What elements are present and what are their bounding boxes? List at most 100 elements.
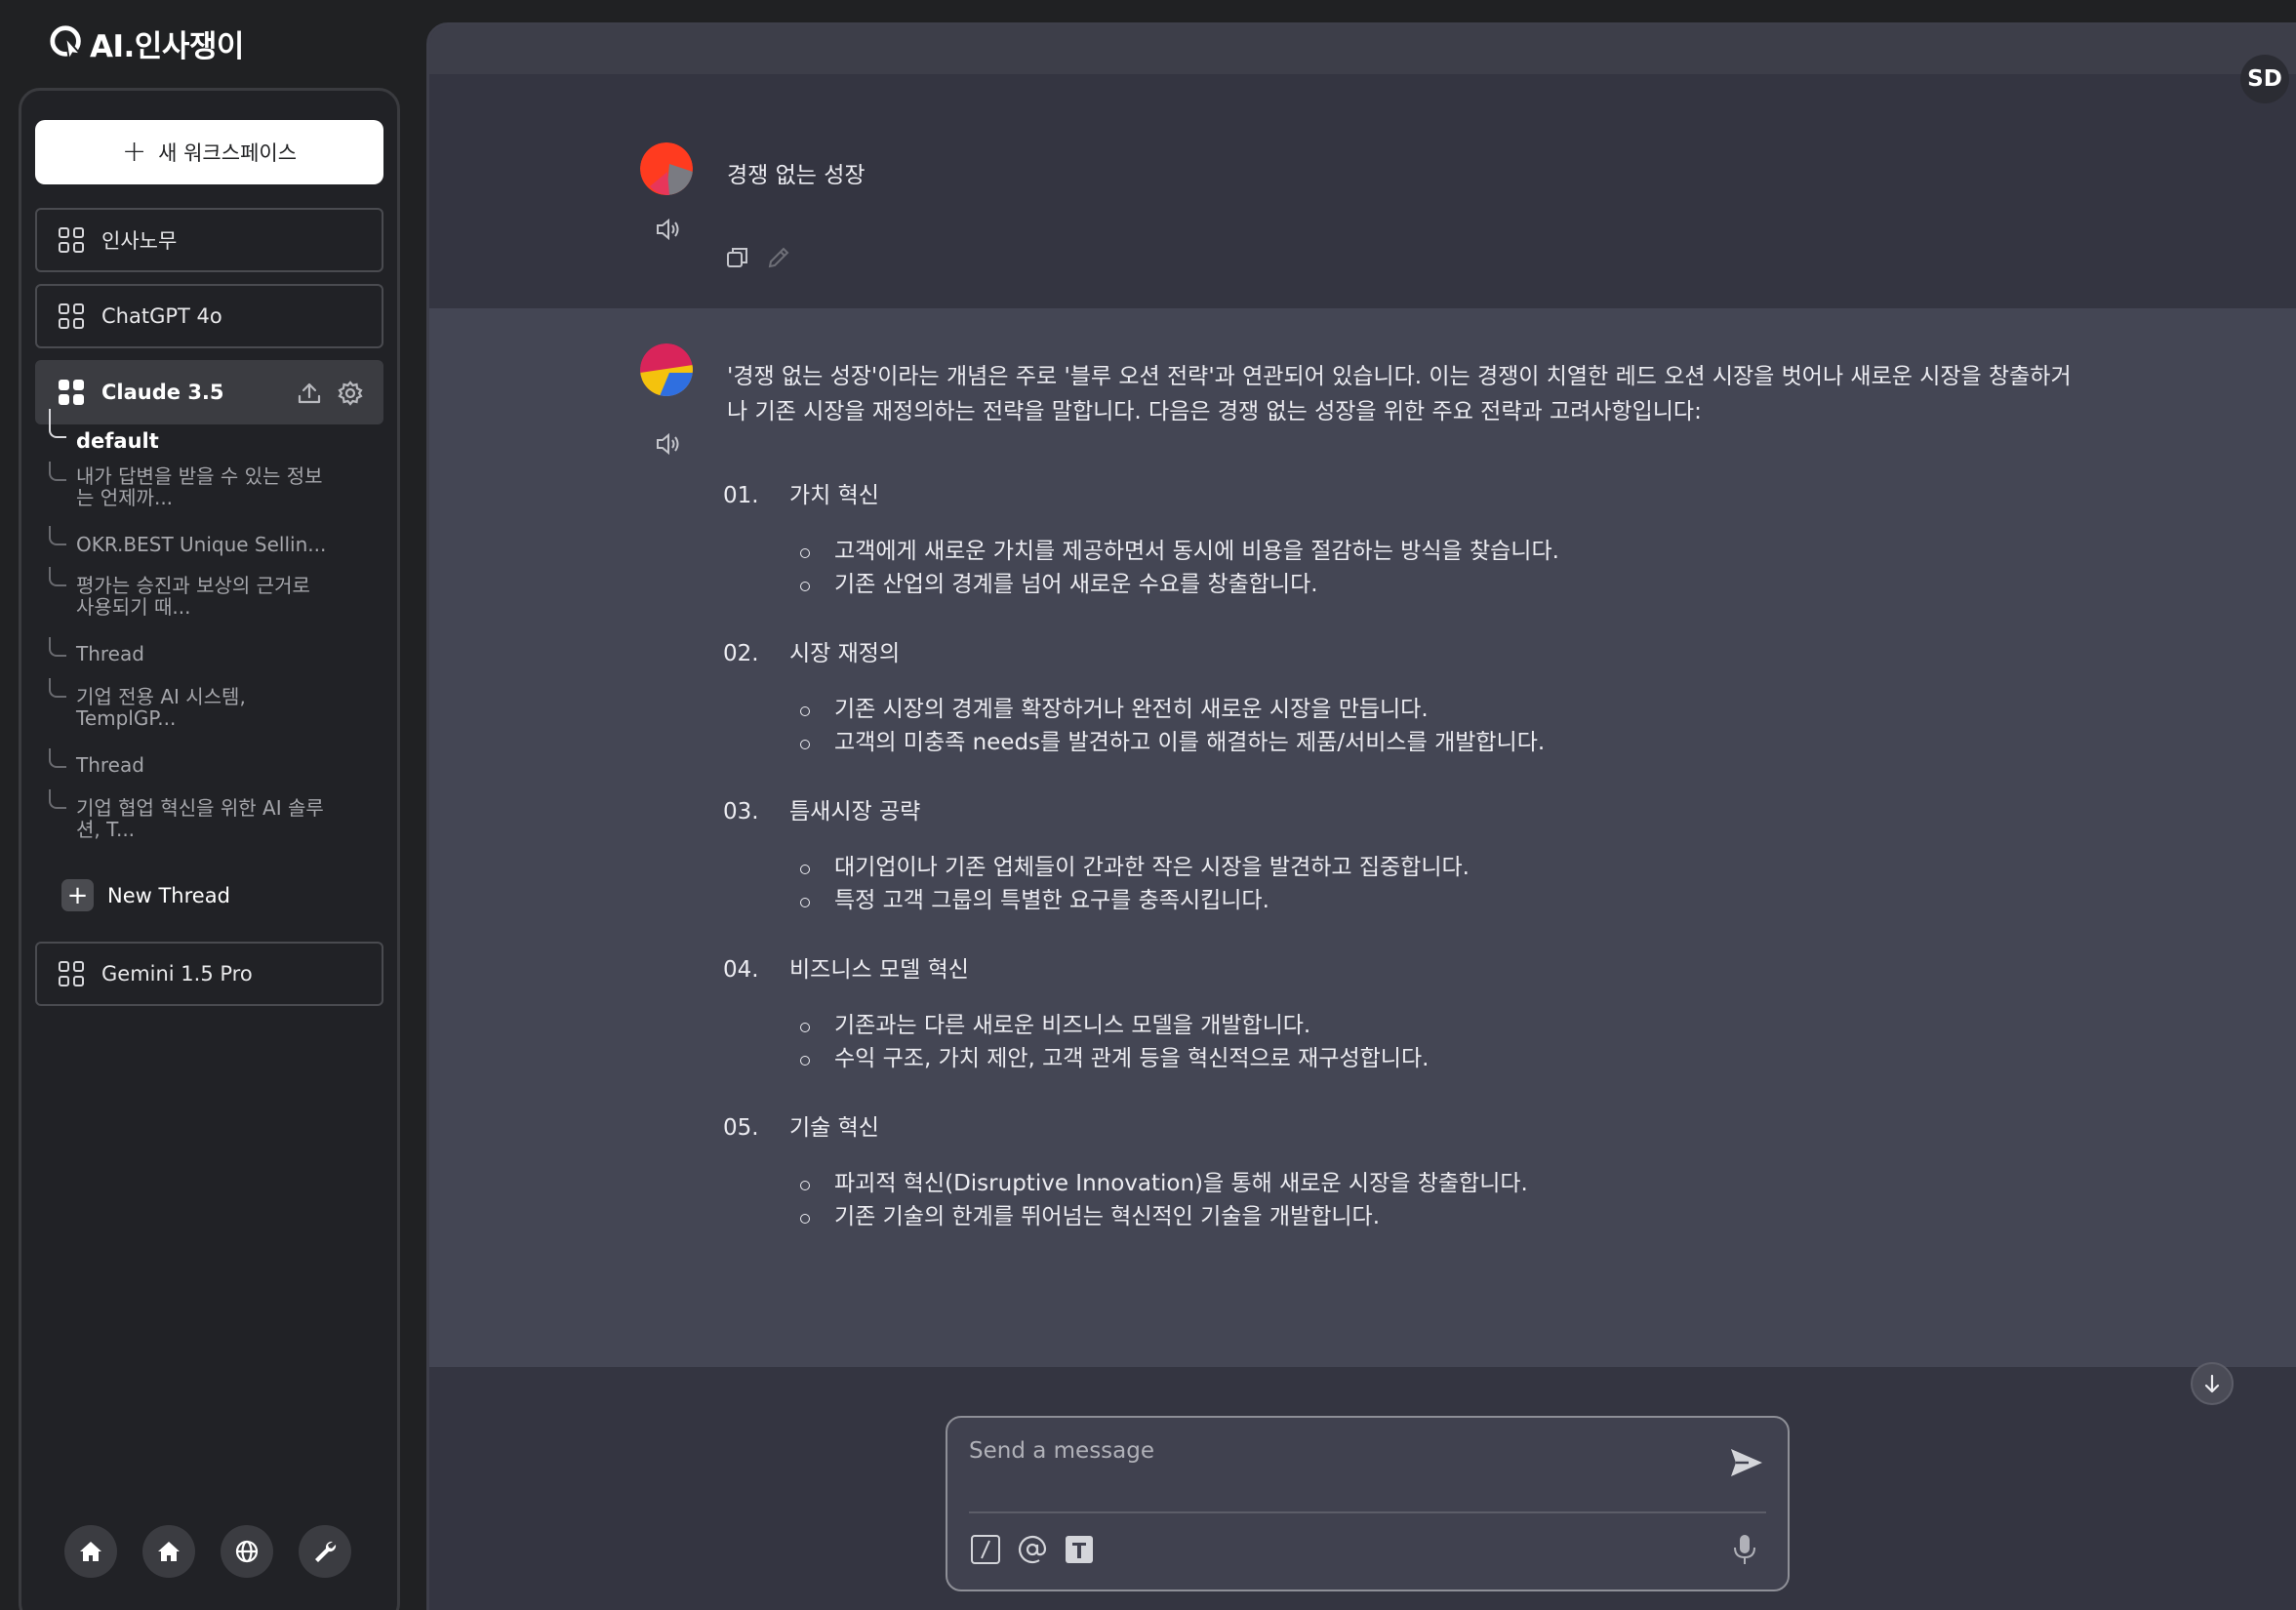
message-composer xyxy=(946,1416,1790,1591)
assistant-avatar-image xyxy=(640,343,693,396)
thread-item[interactable]: 기업 협업 혁신을 위한 AI 솔루 션, T... xyxy=(35,789,383,854)
home-button-2[interactable] xyxy=(142,1525,195,1578)
home-icon xyxy=(80,1542,101,1561)
grid-icon xyxy=(59,303,84,329)
tree-branch xyxy=(49,462,66,481)
bullet-item: 특정 고객 그룹의 특별한 요구를 충족시킵니다. xyxy=(795,884,2083,917)
upload-icon[interactable] xyxy=(296,380,323,407)
thread-label-line1: 평가는 승진과 보상의 근거로 xyxy=(76,574,310,597)
user-message: 경쟁 없는 성장 xyxy=(429,74,2296,308)
assistant-avatar xyxy=(640,343,693,396)
thread-label-line2: 션, T... xyxy=(76,818,136,841)
sidebar-bottom-nav xyxy=(64,1525,351,1578)
section-number: 03. xyxy=(723,799,759,825)
user-avatar xyxy=(640,142,693,195)
section-heading: 05. 기술 혁신 xyxy=(723,1110,2083,1146)
text-format-icon[interactable] xyxy=(1063,1533,1096,1566)
slash-command-icon[interactable] xyxy=(969,1533,1002,1566)
model-label: 인사노무 xyxy=(101,229,178,253)
user-avatar-image xyxy=(640,142,693,195)
thread-item[interactable]: 기업 전용 AI 시스템, TemplGP... xyxy=(35,678,383,748)
section-title: 틈새시장 공략 xyxy=(789,799,921,825)
model-item-chatgpt-4o[interactable]: ChatGPT 4o xyxy=(35,284,383,348)
wrench-button[interactable] xyxy=(299,1525,351,1578)
assistant-message: '경쟁 없는 성장'이라는 개념은 주로 '블루 오션 전략'과 연관되어 있습… xyxy=(429,308,2296,1367)
pencil-icon[interactable] xyxy=(765,244,792,271)
globe-icon xyxy=(235,1540,259,1563)
thread-item[interactable]: OKR.BEST Unique Sellin... xyxy=(35,526,383,567)
bullet-item: 기존 기술의 한계를 뛰어넘는 혁신적인 기술을 개발합니다. xyxy=(795,1200,2083,1233)
thread-label-line1: 기업 전용 AI 시스템, xyxy=(76,685,246,708)
bullet-item: 파괴적 혁신(Disruptive Innovation)을 통해 새로운 시장… xyxy=(795,1167,2083,1200)
copy-icon[interactable] xyxy=(724,244,751,271)
thread-item[interactable]: Thread xyxy=(35,748,383,789)
section-number: 02. xyxy=(723,641,759,666)
model-item-claude-3-5[interactable]: Claude 3.5 xyxy=(35,360,383,424)
top-bar xyxy=(429,25,2296,74)
app-logo: AI.인사쟁이 xyxy=(49,23,244,64)
at-mention-icon[interactable] xyxy=(1016,1533,1049,1566)
thread-label: OKR.BEST Unique Sellin... xyxy=(76,533,327,556)
model-label: ChatGPT 4o xyxy=(101,304,222,328)
plus-icon: + xyxy=(61,879,94,911)
section-heading: 02. 시장 재정의 xyxy=(723,636,2083,671)
thread-item[interactable]: 내가 답변을 받을 수 있는 정보 는 언제까... xyxy=(35,462,383,526)
home-button[interactable] xyxy=(64,1525,117,1578)
thread-label: Thread xyxy=(76,753,144,777)
model-item-insanomu[interactable]: 인사노무 xyxy=(35,208,383,272)
tree-branch xyxy=(49,748,66,768)
bullet-list: 파괴적 혁신(Disruptive Innovation)을 통해 새로운 시장… xyxy=(795,1167,2083,1233)
thread-label-line1: 내가 답변을 받을 수 있는 정보 xyxy=(76,464,323,488)
message-input[interactable] xyxy=(969,1431,1691,1470)
plus-icon: + xyxy=(121,135,147,169)
user-message-text: 경쟁 없는 성장 xyxy=(727,163,866,188)
bullet-item: 기존 시장의 경계를 확장하거나 완전히 새로운 시장을 만듭니다. xyxy=(795,693,2083,726)
new-thread-label: New Thread xyxy=(107,883,230,907)
thread-label: Thread xyxy=(76,642,144,665)
sidebar: + 새 워크스페이스 인사노무 ChatGPT 4o Claude 3.5 de… xyxy=(19,88,400,1610)
grid-icon xyxy=(59,227,84,253)
send-icon[interactable] xyxy=(1727,1443,1766,1482)
assistant-intro: '경쟁 없는 성장'이라는 개념은 주로 '블루 오션 전략'과 연관되어 있습… xyxy=(727,364,2072,424)
section-heading: 04. 비즈니스 모델 혁신 xyxy=(723,952,2083,987)
thread-item[interactable]: Thread xyxy=(35,637,383,678)
assistant-message-content: '경쟁 없는 성장'이라는 개념은 주로 '블루 오션 전략'과 연관되어 있습… xyxy=(723,359,2083,1268)
new-workspace-label: 새 워크스페이스 xyxy=(158,141,298,165)
speaker-icon[interactable] xyxy=(654,429,683,459)
microphone-icon[interactable] xyxy=(1729,1533,1760,1566)
bullet-list: 기존과는 다른 새로운 비즈니스 모델을 개발합니다. 수익 구조, 가치 제안… xyxy=(795,1009,2083,1075)
bullet-list: 기존 시장의 경계를 확장하거나 완전히 새로운 시장을 만듭니다. 고객의 미… xyxy=(795,693,2083,759)
speaker-icon[interactable] xyxy=(654,215,683,244)
chat-main: 경쟁 없는 성장 '경쟁 없는 성장'이라는 개념은 주로 '블루 오션 전략'… xyxy=(426,22,2296,1610)
thread-list: default 내가 답변을 받을 수 있는 정보 는 언제까... OKR.B… xyxy=(35,409,383,854)
thread-label-line2: TemplGP... xyxy=(76,706,177,730)
new-workspace-button[interactable]: + 새 워크스페이스 xyxy=(35,120,383,184)
section-number: 05. xyxy=(723,1115,759,1141)
thread-item-default[interactable]: default xyxy=(35,409,383,462)
tree-branch xyxy=(49,567,66,586)
model-actions xyxy=(296,380,364,407)
thread-label-line1: 기업 협업 혁신을 위한 AI 솔루 xyxy=(76,796,324,820)
section-item: 03. 틈새시장 공략 대기업이나 기존 업체들이 간과한 작은 시장을 발견하… xyxy=(723,794,2083,917)
gear-icon[interactable] xyxy=(337,380,364,407)
section-item: 04. 비즈니스 모델 혁신 기존과는 다른 새로운 비즈니스 모델을 개발합니… xyxy=(723,952,2083,1075)
bullet-list: 대기업이나 기존 업체들이 간과한 작은 시장을 발견하고 집중합니다. 특정 … xyxy=(795,851,2083,917)
wrench-icon xyxy=(315,1541,337,1562)
user-avatar-button[interactable]: SD xyxy=(2240,55,2289,103)
model-label: Claude 3.5 xyxy=(101,381,224,404)
tree-branch xyxy=(49,789,66,809)
new-thread-button[interactable]: + New Thread xyxy=(35,879,230,911)
bullet-item: 대기업이나 기존 업체들이 간과한 작은 시장을 발견하고 집중합니다. xyxy=(795,851,2083,884)
section-title: 시장 재정의 xyxy=(789,641,901,666)
tree-branch xyxy=(49,526,66,545)
model-item-gemini-1-5-pro[interactable]: Gemini 1.5 Pro xyxy=(35,942,383,1006)
thread-item[interactable]: 평가는 승진과 보상의 근거로 사용되기 때... xyxy=(35,567,383,637)
bullet-item: 고객에게 새로운 가치를 제공하면서 동시에 비용을 절감하는 방식을 찾습니다… xyxy=(795,535,2083,568)
bullet-item: 기존과는 다른 새로운 비즈니스 모델을 개발합니다. xyxy=(795,1009,2083,1042)
scroll-down-button[interactable] xyxy=(2191,1362,2234,1405)
section-number: 04. xyxy=(723,957,759,983)
section-item: 02. 시장 재정의 기존 시장의 경계를 확장하거나 완전히 새로운 시장을 … xyxy=(723,636,2083,759)
section-item: 05. 기술 혁신 파괴적 혁신(Disruptive Innovation)을… xyxy=(723,1110,2083,1233)
logo-text: AI.인사쟁이 xyxy=(90,28,244,64)
globe-button[interactable] xyxy=(221,1525,273,1578)
